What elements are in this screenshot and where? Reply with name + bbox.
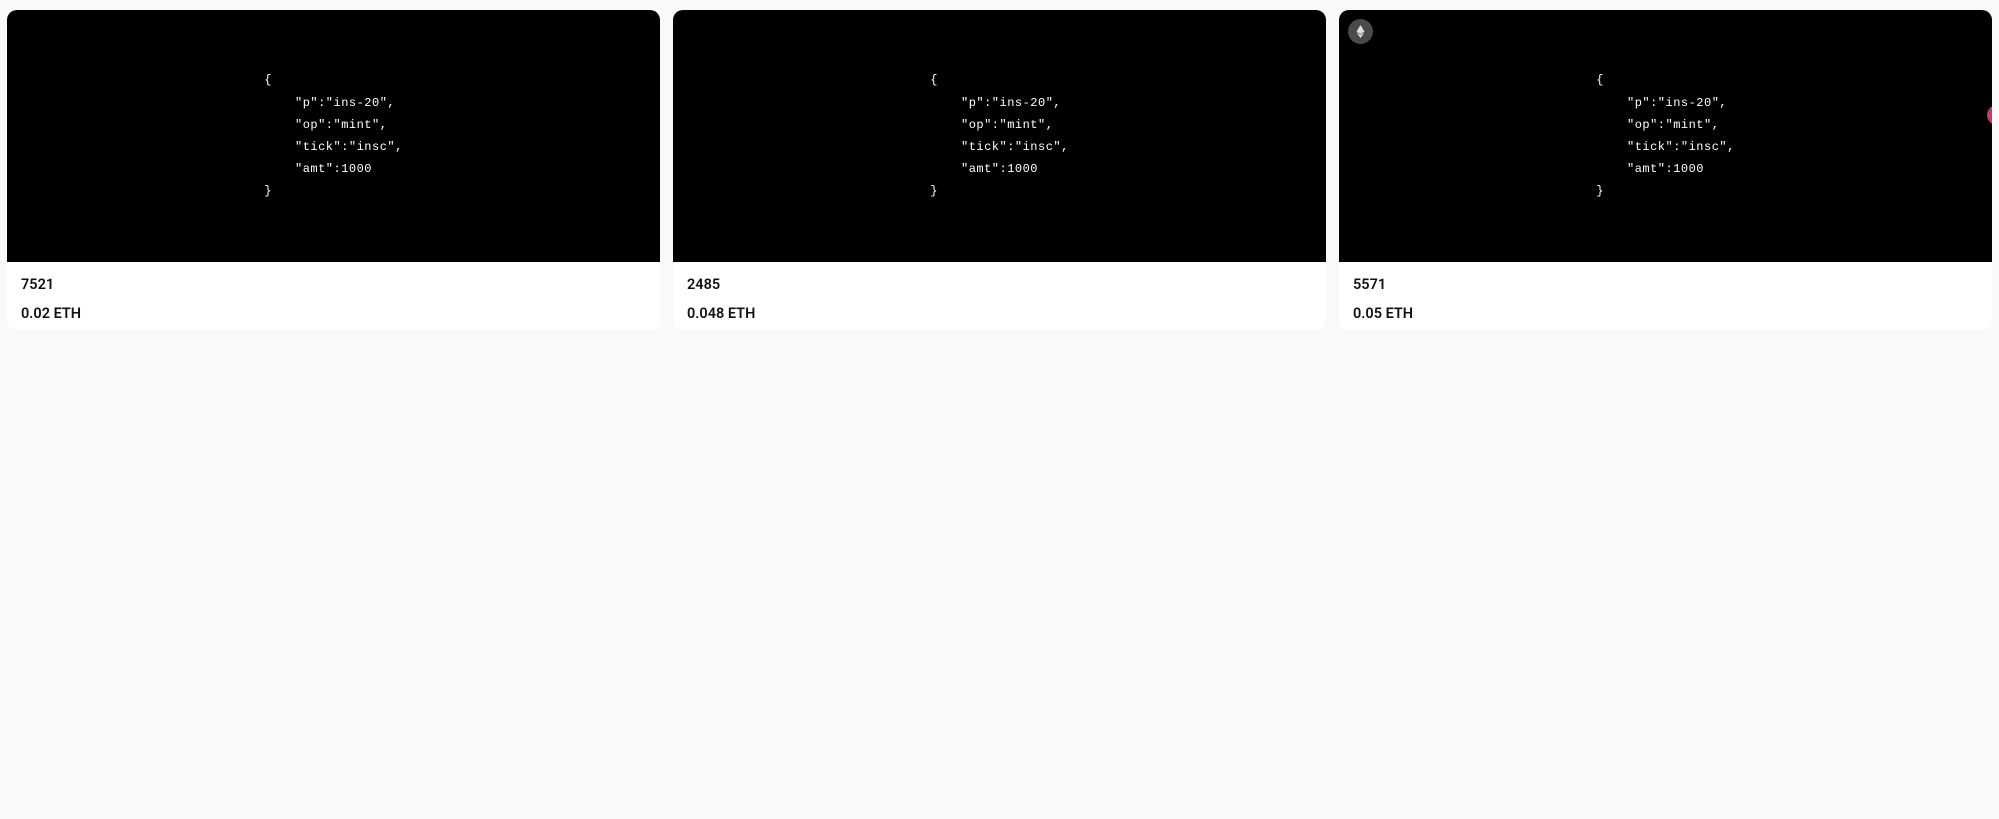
nft-card-image: { "p":"ins-20", "op":"mint", "tick":"ins…: [7, 10, 660, 262]
nft-card-grid: { "p":"ins-20", "op":"mint", "tick":"ins…: [7, 10, 1992, 330]
nft-card[interactable]: { "p":"ins-20", "op":"mint", "tick":"ins…: [673, 10, 1326, 330]
ethereum-icon: [1354, 25, 1367, 38]
nft-price: 0.048 ETH: [687, 305, 1312, 322]
nft-token-id: 2485: [687, 276, 1312, 293]
nft-card-info: 7521 0.02 ETH: [7, 262, 660, 330]
nft-card-image: { "p":"ins-20", "op":"mint", "tick":"ins…: [673, 10, 1326, 262]
nft-card-info: 2485 0.048 ETH: [673, 262, 1326, 330]
nft-card[interactable]: { "p":"ins-20", "op":"mint", "tick":"ins…: [1339, 10, 1992, 330]
nft-card[interactable]: { "p":"ins-20", "op":"mint", "tick":"ins…: [7, 10, 660, 330]
nft-card-info: 5571 0.05 ETH: [1339, 262, 1992, 330]
inscription-json-text: { "p":"ins-20", "op":"mint", "tick":"ins…: [264, 69, 403, 202]
nft-token-id: 7521: [21, 276, 646, 293]
ethereum-badge-icon: [1348, 19, 1373, 44]
nft-price: 0.05 ETH: [1353, 305, 1978, 322]
nft-token-id: 5571: [1353, 276, 1978, 293]
nft-card-image: { "p":"ins-20", "op":"mint", "tick":"ins…: [1339, 10, 1992, 262]
inscription-json-text: { "p":"ins-20", "op":"mint", "tick":"ins…: [1596, 69, 1735, 202]
nft-price: 0.02 ETH: [21, 305, 646, 322]
inscription-json-text: { "p":"ins-20", "op":"mint", "tick":"ins…: [930, 69, 1069, 202]
